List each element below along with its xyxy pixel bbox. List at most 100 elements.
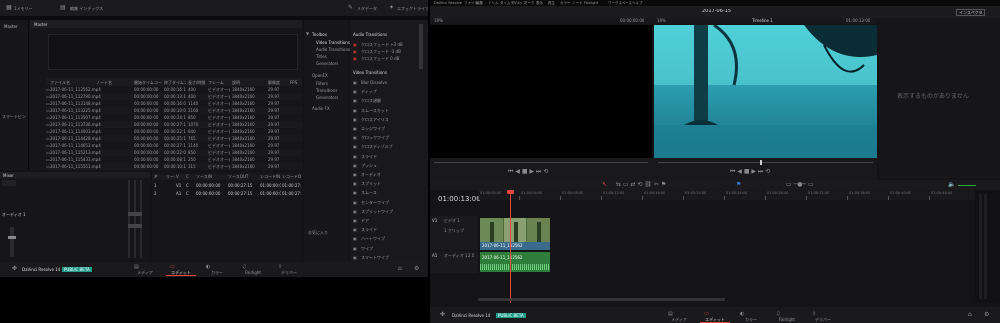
page-tab-0[interactable]: メディア xyxy=(662,317,696,322)
transport-controls-source[interactable]: ⏮ ◀ ■ ▶ ⏭ ⟲ xyxy=(508,168,548,176)
toolbox-item[interactable]: Audio Transitions xyxy=(316,47,350,52)
media-column-header[interactable]: フレーム xyxy=(208,80,230,85)
edit-index-row[interactable]: 1 V1 C 00:00:00:00 00:00:27:15 01:00:00:0001:… xyxy=(152,182,302,189)
toolbox-item[interactable]: Generators xyxy=(316,61,338,66)
table-row[interactable]: ▭ 2017-06-11_112790.mp4 00:00:00:00 00:00:1… xyxy=(46,93,302,100)
timeline-scrollbar[interactable] xyxy=(478,298,725,301)
volume-icon[interactable]: 🔈 xyxy=(948,181,955,189)
table-row[interactable]: ▭ 2017-06-11_113507.mp4 00:00:00:00 00:00:2… xyxy=(46,114,302,121)
transport-controls-timeline[interactable]: ⏮ ◀ ■ ▶ ⏭ ⟲ xyxy=(730,168,770,176)
video-transition-item[interactable]: ドア xyxy=(361,218,369,223)
table-row[interactable]: ▭ 2017-06-11_115213.mp4 00:00:00:00 00:00:2… xyxy=(46,149,302,156)
audio-clip[interactable]: 2017-06-11_112562 xyxy=(480,252,550,272)
gear-icon[interactable]: ⚙ xyxy=(414,265,419,273)
edit-index-button[interactable]: 編集 インデックス xyxy=(70,6,103,11)
inspector-button[interactable]: インスペクタ xyxy=(956,9,986,16)
video-transition-item[interactable]: Blur Dissolve xyxy=(361,80,387,85)
video-transition-item[interactable]: スマートワイプ xyxy=(361,255,389,260)
home-icon[interactable]: ⌂ xyxy=(398,265,402,273)
scrollbar[interactable] xyxy=(419,24,423,69)
page-tab-3[interactable]: Fairlight xyxy=(236,270,270,275)
edit-index-column[interactable]: ソースIN xyxy=(196,174,227,179)
effects-icon[interactable]: ✦ xyxy=(389,4,394,12)
page-tab-2[interactable]: カラー xyxy=(734,317,768,322)
edit-index-column[interactable]: レコードOUT xyxy=(282,174,301,179)
audio-transition-item[interactable]: クロスフェード 0 dB xyxy=(361,56,399,61)
video-transition-item[interactable]: ディップ xyxy=(361,89,377,94)
effects-library-button[interactable]: エフェクトライブラリ xyxy=(397,6,428,11)
video-transition-item[interactable]: エッジワイプ xyxy=(361,126,385,131)
timeline-viewer[interactable] xyxy=(654,23,877,158)
fader-a1[interactable] xyxy=(10,227,14,257)
media-column-header[interactable]: FPS xyxy=(290,80,300,85)
video-transition-item[interactable]: スプリット xyxy=(361,181,381,186)
index-icon[interactable]: ▤ xyxy=(60,4,66,12)
audio-transition-item[interactable]: クロスフェード +3 dB xyxy=(361,42,403,47)
metadata-button[interactable]: メタデータ xyxy=(357,6,377,11)
edit-index-column[interactable]: ソースOUT xyxy=(228,174,259,179)
timeline-ruler[interactable]: 01:00:00:00 01:00:04:00 01:00:08:00 01:00:1… xyxy=(478,190,975,200)
media-storage-button[interactable]: 1メモリー xyxy=(14,6,33,11)
media-column-header[interactable]: 開始タイムコード xyxy=(134,80,162,85)
table-row[interactable]: ▭ 2017-06-11_115433.mp4 00:00:00:00 00:00:0… xyxy=(46,156,302,163)
table-row[interactable]: ▭ 2017-06-11_113225.mp4 00:00:00:00 00:00:1… xyxy=(46,107,302,114)
table-row[interactable]: ▭ 2017-06-11_112562.mp4 00:00:00:00 00:00:1… xyxy=(46,86,302,93)
video-transition-item[interactable]: スライド xyxy=(361,227,377,232)
audio-transition-item[interactable]: クロスフェード -3 dB xyxy=(361,49,401,54)
video-transition-item[interactable]: クロスアイリス xyxy=(361,117,389,122)
bin-master[interactable]: Master xyxy=(4,24,18,29)
video-transition-item[interactable]: スライド xyxy=(361,154,377,159)
playhead[interactable] xyxy=(510,190,511,303)
chevron-down-icon[interactable]: ▼ xyxy=(306,30,309,38)
table-row[interactable]: ▭ 2017-06-11_114003.mp4 00:00:00:00 00:00:2… xyxy=(46,128,302,135)
openfx-item[interactable]: Filters xyxy=(316,81,328,86)
openfx-item[interactable]: Generators xyxy=(316,95,338,100)
video-transition-item[interactable]: ハートワイプ xyxy=(361,236,385,241)
trim-tool-icon[interactable]: ⇆ ▭ ⇄ ⟲ ⛓ ✂ ⚑ xyxy=(616,181,666,189)
toolbox-header[interactable]: Toolbox xyxy=(312,32,327,37)
page-tab-4[interactable]: デリバー xyxy=(806,317,840,322)
pointer-tool-icon[interactable]: ↖ xyxy=(602,181,607,189)
video-transition-item[interactable]: クロックワイプ xyxy=(361,135,389,140)
media-column-header[interactable]: ファイル名 xyxy=(50,80,94,85)
video-transition-item[interactable]: クロスディゾルブ xyxy=(361,144,393,149)
media-column-header[interactable]: 解像度 xyxy=(268,80,288,85)
metadata-icon[interactable]: ✎ xyxy=(348,4,353,12)
page-tab-0[interactable]: メディア xyxy=(128,270,162,275)
home-icon[interactable]: ⌂ xyxy=(968,311,972,319)
edit-index-column[interactable]: # xyxy=(154,174,165,179)
video-transition-item[interactable]: センターワイプ xyxy=(361,200,389,205)
edit-index-column[interactable]: C xyxy=(186,174,195,179)
media-storage-icon[interactable]: ▦ xyxy=(6,4,12,12)
video-transition-item[interactable]: スムースカット xyxy=(361,108,389,113)
gear-icon[interactable]: ⚙ xyxy=(984,311,989,319)
playhead-handle[interactable] xyxy=(507,190,514,194)
video-transition-item[interactable]: プッシュ xyxy=(361,163,377,168)
toolbox-item[interactable]: Titles xyxy=(316,54,327,59)
video-transition-item[interactable]: スプリットワイプ xyxy=(361,209,393,214)
openfx-header[interactable]: OpenFX xyxy=(312,73,328,78)
source-zoom[interactable]: 19% xyxy=(434,18,443,23)
table-row[interactable]: ▭ 2017-06-11_114653.mp4 00:00:00:00 00:00:2… xyxy=(46,142,302,149)
openfx-item[interactable]: Transitions xyxy=(316,88,337,93)
zoom-icon[interactable]: ▭ ─●─ ▭ xyxy=(786,181,814,189)
table-row[interactable]: ▭ 2017-06-11_113736.mp4 00:00:00:00 00:00:2… xyxy=(46,121,302,128)
media-column-header[interactable]: 長さ/時間 xyxy=(188,80,206,85)
timeline-zoom[interactable]: 19% xyxy=(657,18,666,23)
flag-icon[interactable]: ⚑ xyxy=(736,181,741,189)
page-tab-4[interactable]: デリバー xyxy=(272,270,306,275)
media-column-header[interactable]: 説明 xyxy=(232,80,266,85)
video-transition-item[interactable]: クロス溶解 xyxy=(361,98,381,103)
edit-index-column[interactable]: レコードIN xyxy=(260,174,281,179)
video-transition-item[interactable]: ワイプ xyxy=(361,246,373,251)
page-tab-3[interactable]: Fairlight xyxy=(770,317,804,322)
media-column-header[interactable]: 終了タイムコード xyxy=(164,80,186,85)
table-row[interactable]: ▭ 2017-06-11_113148.mp4 00:00:00:00 00:00:1… xyxy=(46,100,302,107)
table-row[interactable]: ▭ 2017-06-11_114428.mp4 00:00:00:00 00:00:2… xyxy=(46,135,302,142)
edit-index-row[interactable]: 2 A1 C 00:00:00:00 00:00:27:15 01:00:00:0001:… xyxy=(152,190,302,197)
edit-index-column[interactable]: V xyxy=(176,174,185,179)
source-viewer[interactable] xyxy=(430,25,652,158)
media-column-header[interactable]: ノート名 xyxy=(96,80,132,85)
audiofx-header[interactable]: Audio FX xyxy=(312,106,330,111)
table-row[interactable]: ▭ 2017-06-11_115551.mp4 00:00:00:00 00:00:1… xyxy=(46,163,302,170)
